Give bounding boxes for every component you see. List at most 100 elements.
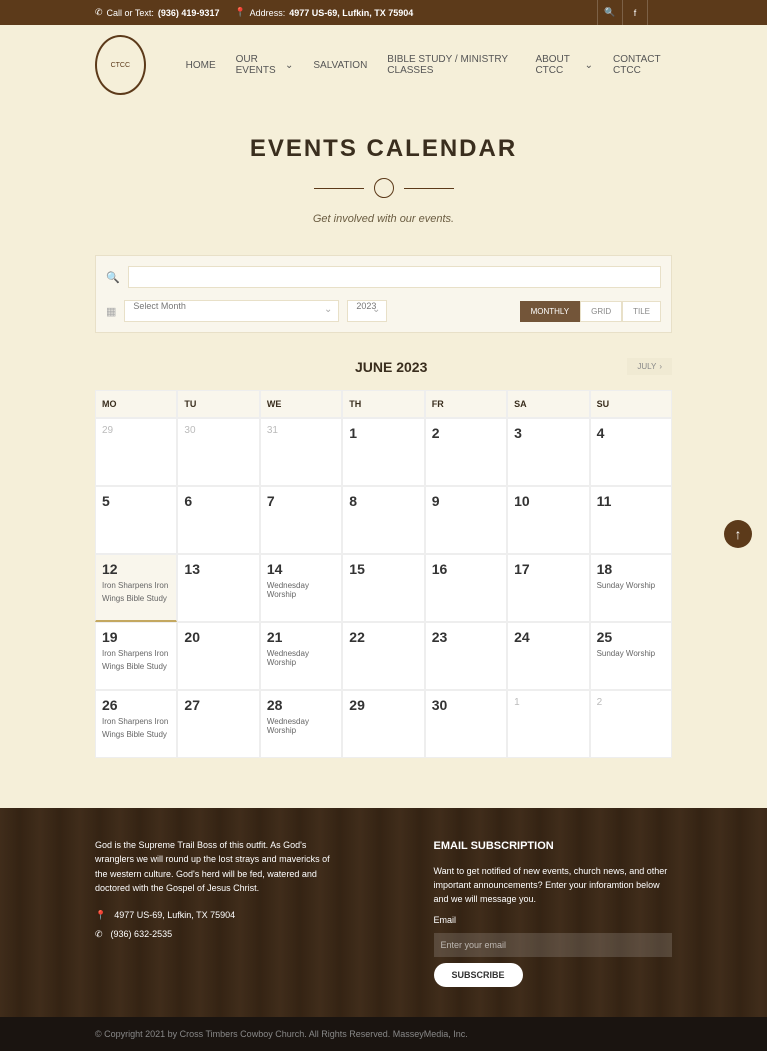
- topbar-right: 🔍 f: [597, 0, 672, 25]
- calendar-cell[interactable]: 10: [507, 486, 589, 554]
- email-label: Email: [434, 913, 673, 927]
- day-header: WE: [260, 390, 342, 418]
- calendar-cell[interactable]: 7: [260, 486, 342, 554]
- calendar-cell[interactable]: 30: [425, 690, 507, 758]
- calendar-cell[interactable]: 14Wednesday Worship: [260, 554, 342, 622]
- subscribe-button[interactable]: SUBSCRIBE: [434, 963, 523, 987]
- calendar-cell[interactable]: 2: [590, 690, 672, 758]
- day-header: TU: [177, 390, 259, 418]
- divider-icon: [374, 178, 394, 198]
- calendar-cell[interactable]: 13: [177, 554, 259, 622]
- facebook-icon[interactable]: f: [622, 0, 647, 25]
- day-number: 1: [349, 425, 417, 441]
- day-number: 2: [597, 697, 665, 708]
- calendar-cell[interactable]: 5: [95, 486, 177, 554]
- calendar-cell[interactable]: 16: [425, 554, 507, 622]
- topbar: ✆ Call or Text: (936) 419-9317 📍 Address…: [0, 0, 767, 25]
- topbar-left: ✆ Call or Text: (936) 419-9317 📍 Address…: [95, 7, 413, 18]
- calendar-cell[interactable]: 12 Iron Sharpens Iron Wings Bible Study: [95, 554, 177, 622]
- footer-columns: God is the Supreme Trail Boss of this ou…: [95, 838, 672, 987]
- nav-salvation[interactable]: SALVATION: [313, 54, 367, 76]
- calendar-cell[interactable]: 1: [342, 418, 424, 486]
- calendar-event[interactable]: Wings Bible Study: [102, 594, 170, 603]
- calendar-cell[interactable]: 3: [507, 418, 589, 486]
- calendar-cell[interactable]: 25 Sunday Worship: [590, 622, 672, 690]
- month-select[interactable]: Select Month: [124, 300, 339, 322]
- calendar-cell[interactable]: 18Sunday Worship: [590, 554, 672, 622]
- calendar-cell[interactable]: 28Wednesday Worship: [260, 690, 342, 758]
- day-number: 31: [267, 425, 335, 436]
- calendar-cell[interactable]: 1: [507, 690, 589, 758]
- calendar-cell[interactable]: 8: [342, 486, 424, 554]
- search-icon[interactable]: 🔍: [597, 0, 622, 25]
- calendar-cell[interactable]: 29: [95, 418, 177, 486]
- calendar-cell[interactable]: 6: [177, 486, 259, 554]
- day-number: 27: [184, 697, 252, 713]
- year-select[interactable]: 2023: [347, 300, 387, 322]
- calendar-event[interactable]: Sunday Worship: [597, 581, 665, 590]
- calendar-event[interactable]: Iron Sharpens Iron: [102, 717, 170, 726]
- email-input[interactable]: [434, 933, 673, 957]
- calendar-event[interactable]: Iron Sharpens Iron: [102, 581, 170, 590]
- topbar-phone[interactable]: ✆ Call or Text: (936) 419-9317: [95, 7, 219, 18]
- day-number: 20: [184, 629, 252, 645]
- day-header: SA: [507, 390, 589, 418]
- main-nav: HOME OUR EVENTS⌄ SALVATION BIBLE STUDY / MI…: [186, 54, 672, 76]
- calendar-cell[interactable]: 24: [507, 622, 589, 690]
- blank-icon: [647, 0, 672, 25]
- calendar-cell[interactable]: 4: [590, 418, 672, 486]
- calendar-cell[interactable]: 17: [507, 554, 589, 622]
- next-month-button[interactable]: JULY ›: [627, 358, 672, 375]
- calendar-event[interactable]: Sunday Worship: [597, 649, 665, 658]
- topbar-address[interactable]: 📍 Address: 4977 US-69, Lufkin, TX 75904: [234, 7, 413, 18]
- calendar-cell[interactable]: 20: [177, 622, 259, 690]
- nav-home[interactable]: HOME: [186, 54, 216, 76]
- day-number: 13: [184, 561, 252, 577]
- calendar-head: MOTUWETHFRSASU: [95, 390, 672, 418]
- month-title: JUNE 2023: [155, 359, 627, 375]
- calendar-body: 293031123456789101112Iron Sharpens IronW…: [95, 418, 672, 758]
- calendar-cell[interactable]: 26 Iron Sharpens Iron Wings Bible Study: [95, 690, 177, 758]
- calendar-cell[interactable]: 29: [342, 690, 424, 758]
- calendar-event[interactable]: Wednesday Worship: [267, 649, 335, 667]
- calendar-event[interactable]: Wings Bible Study: [102, 730, 170, 739]
- calendar-cell[interactable]: 22: [342, 622, 424, 690]
- calendar-cell[interactable]: 2: [425, 418, 507, 486]
- nav-our-events[interactable]: OUR EVENTS⌄: [236, 54, 294, 76]
- calendar-cell[interactable]: 30: [177, 418, 259, 486]
- search-input[interactable]: [128, 266, 661, 288]
- filter-box: 🔍 ▦ Select Month 2023 MONTHLYGRIDTILE: [95, 255, 672, 333]
- calendar-event[interactable]: Iron Sharpens Iron: [102, 649, 170, 658]
- calendar-cell[interactable]: 27: [177, 690, 259, 758]
- calendar-event[interactable]: Wings Bible Study: [102, 662, 170, 671]
- view-tab-grid[interactable]: GRID: [580, 301, 622, 322]
- calendar-icon: ▦: [106, 305, 116, 318]
- day-header: FR: [425, 390, 507, 418]
- calendar-cell[interactable]: 31: [260, 418, 342, 486]
- view-tab-tile[interactable]: TILE: [622, 301, 661, 322]
- calendar-cell[interactable]: 15: [342, 554, 424, 622]
- day-number: 26: [102, 697, 170, 713]
- calendar-cell[interactable]: 23: [425, 622, 507, 690]
- calendar-event[interactable]: Wednesday Worship: [267, 717, 335, 735]
- calendar-event[interactable]: Wednesday Worship: [267, 581, 335, 599]
- back-to-top-button[interactable]: ↑: [724, 520, 752, 548]
- day-header: TH: [342, 390, 424, 418]
- nav-about-ctcc[interactable]: ABOUT CTCC⌄: [535, 54, 593, 76]
- calendar-cell[interactable]: 11: [590, 486, 672, 554]
- nav-contact-ctcc[interactable]: CONTACT CTCC: [613, 54, 672, 76]
- search-row: 🔍: [106, 266, 661, 288]
- footer-about-text: God is the Supreme Trail Boss of this ou…: [95, 838, 334, 896]
- logo[interactable]: CTCC: [95, 35, 146, 95]
- nav-bible-study-ministry-classes[interactable]: BIBLE STUDY / MINISTRY CLASSES: [387, 54, 515, 76]
- calendar-cell[interactable]: 9: [425, 486, 507, 554]
- day-number: 12: [102, 561, 170, 577]
- view-tab-monthly[interactable]: MONTHLY: [520, 301, 581, 322]
- footer-contact: 📍 4977 US-69, Lufkin, TX 75904 ✆ (936) 6…: [95, 908, 334, 942]
- page-title: EVENTS CALENDAR: [0, 135, 767, 163]
- footer-phone: ✆ (936) 632-2535: [95, 927, 334, 941]
- calendar-cell[interactable]: 19Iron Sharpens IronWings Bible Study: [95, 622, 177, 690]
- calendar-cell[interactable]: 21Wednesday Worship: [260, 622, 342, 690]
- day-number: 25: [597, 629, 665, 645]
- chevron-right-icon: ›: [659, 362, 662, 371]
